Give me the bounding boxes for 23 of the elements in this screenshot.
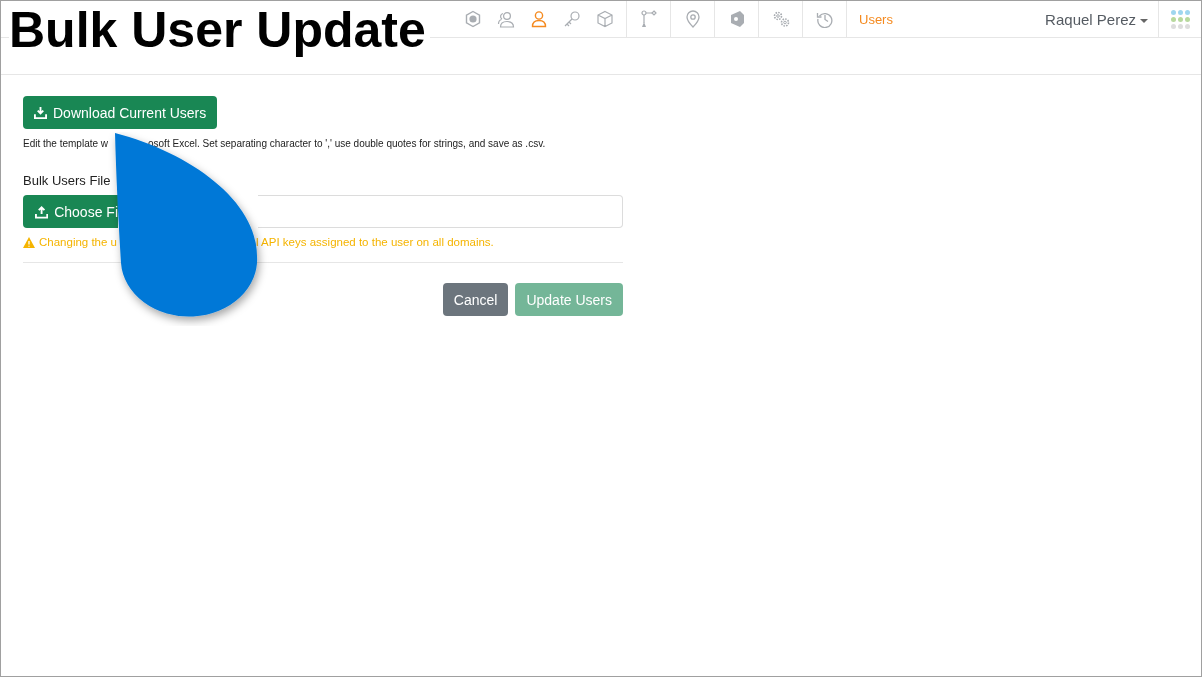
history-icon[interactable] [815,10,834,28]
hexagon-badge-icon[interactable] [463,10,482,28]
warning-text: l API keys assigned to the user on all domains. [256,236,494,248]
field-label: Bulk Users File [23,173,112,188]
warning-text: Changing the u [39,236,114,248]
choose-file-button[interactable]: Choose Fi [23,195,118,228]
upload-icon [35,204,49,219]
apps-grid-icon[interactable] [1171,9,1190,29]
user-icon[interactable] [529,10,548,28]
warning-icon [23,236,35,248]
hint-text: Edit the template w [23,138,110,149]
cube-icon[interactable] [595,10,614,28]
download-button[interactable]: Download Current Users [23,96,218,129]
key-icon[interactable] [562,10,581,28]
map-pin-icon[interactable] [683,10,702,28]
breadcrumb-section[interactable]: Users [847,11,893,27]
caret-icon [1140,18,1148,23]
download-icon [34,106,47,119]
user-menu[interactable]: Raquel Perez [1045,1,1159,37]
nodes-icon[interactable] [639,10,658,28]
users-icon[interactable] [496,10,515,28]
cancel-button[interactable]: Cancel [442,283,509,316]
file-name-field[interactable] [258,195,623,228]
